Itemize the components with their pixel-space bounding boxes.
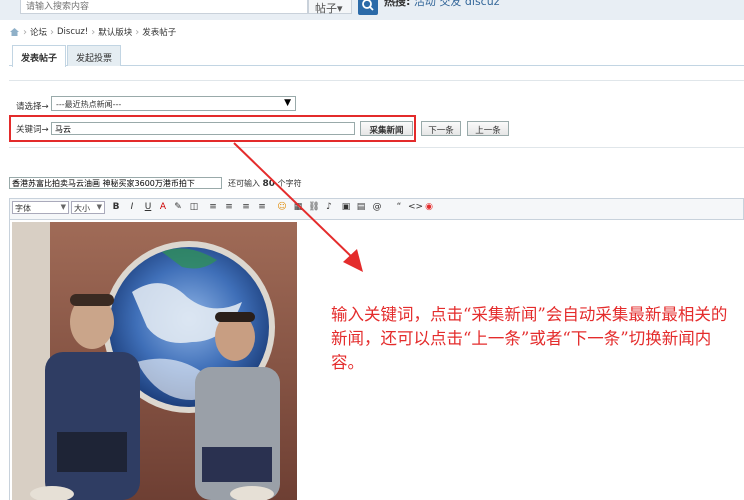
annotation-arrow: [233, 142, 363, 272]
annotation-text: 输入关键词，点击“采集新闻”会自动采集最新最相关的新闻，还可以点击“上一条”或者…: [331, 305, 728, 372]
